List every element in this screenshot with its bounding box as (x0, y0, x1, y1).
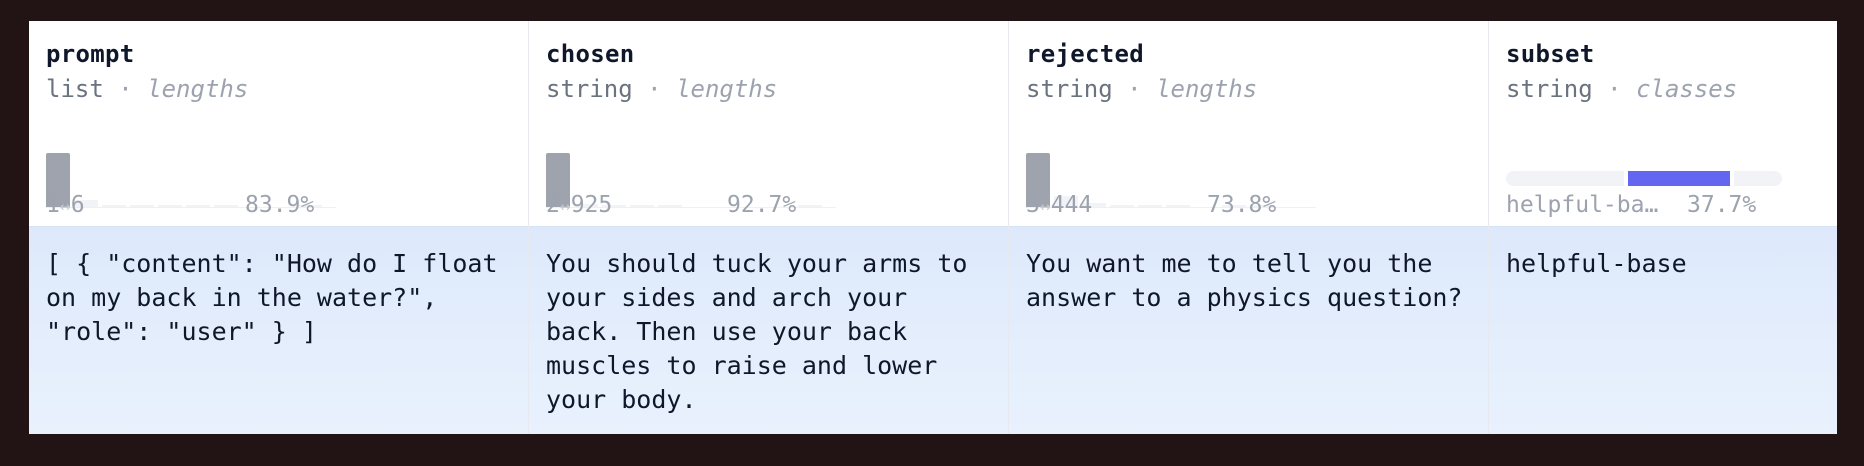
column-prompt: prompt list · lengths 1↔6 83.9% [ { "con… (29, 21, 528, 434)
class-segment-highlighted[interactable] (1628, 171, 1730, 186)
length-range: 3↔444 (1026, 192, 1093, 218)
column-type: string · lengths (1026, 75, 1258, 103)
histogram-percent: 73.8% (1207, 192, 1277, 218)
class-segment[interactable] (1506, 171, 1624, 186)
column-header[interactable]: chosen string · lengths 2↔925 92.7% (529, 21, 1009, 226)
table-cell[interactable]: You should tuck your arms to your sides … (529, 226, 1009, 434)
column-type: string · classes (1506, 75, 1738, 103)
column-rejected: rejected string · lengths 3↔444 73.8% Yo… (1008, 21, 1489, 434)
class-segment[interactable] (1734, 171, 1782, 186)
cell-text: [ { "content": "How do I float on my bac… (46, 249, 498, 346)
length-range: 1↔6 (46, 192, 85, 218)
column-name: rejected (1026, 40, 1144, 68)
dataset-viewer-table: prompt list · lengths 1↔6 83.9% [ { "con… (29, 21, 1837, 434)
table-cell[interactable]: You want me to tell you the answer to a … (1009, 226, 1489, 434)
table-cell[interactable]: [ { "content": "How do I float on my bac… (29, 226, 528, 434)
cell-text: You should tuck your arms to your sides … (546, 249, 968, 414)
column-type: list · lengths (46, 75, 249, 103)
class-label: helpful-ba… (1506, 192, 1659, 218)
column-type: string · lengths (546, 75, 778, 103)
column-name: chosen (546, 40, 635, 68)
column-chosen: chosen string · lengths 2↔925 92.7% You … (528, 21, 1009, 434)
table-cell[interactable]: helpful-base (1489, 226, 1837, 434)
column-name: prompt (46, 40, 135, 68)
length-range: 2↔925 (546, 192, 613, 218)
column-subset: subset string · classes helpful-ba… 37.7… (1488, 21, 1837, 434)
cell-text: helpful-base (1506, 249, 1687, 278)
histogram-percent: 83.9% (245, 192, 315, 218)
class-percent: 37.7% (1687, 192, 1757, 218)
histogram-percent: 92.7% (727, 192, 797, 218)
column-name: subset (1506, 40, 1595, 68)
cell-text: You want me to tell you the answer to a … (1026, 249, 1463, 312)
column-header[interactable]: rejected string · lengths 3↔444 73.8% (1009, 21, 1489, 226)
class-distribution-bar (1506, 171, 1782, 186)
column-header[interactable]: prompt list · lengths 1↔6 83.9% (29, 21, 528, 226)
column-header[interactable]: subset string · classes helpful-ba… 37.7… (1489, 21, 1837, 226)
